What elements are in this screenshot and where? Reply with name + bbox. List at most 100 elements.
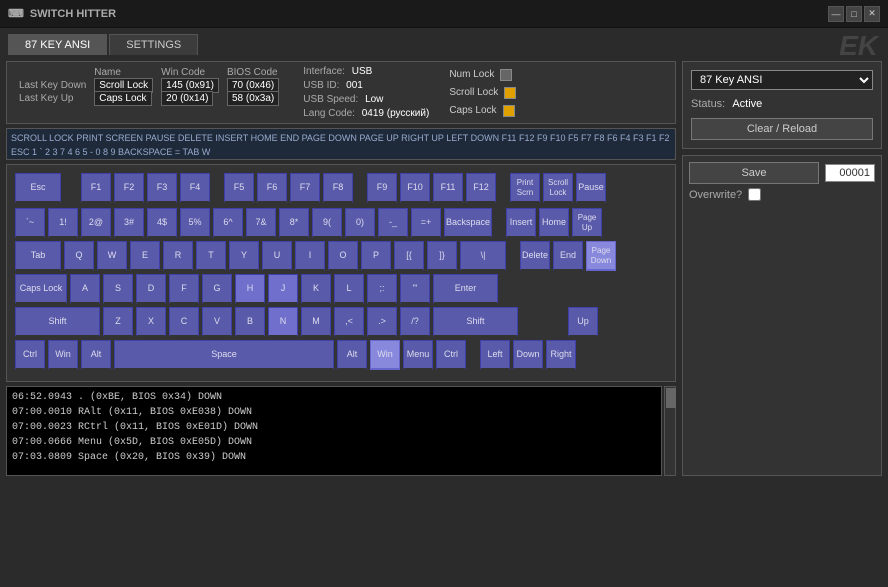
key-caps-lock[interactable]: Caps Lock (15, 274, 67, 304)
key-lalt[interactable]: Alt (81, 340, 111, 370)
key-up[interactable]: Up (568, 307, 598, 337)
key-insert[interactable]: Insert (506, 208, 536, 238)
key-2[interactable]: 2@ (81, 208, 111, 238)
key-space[interactable]: Space (114, 340, 334, 370)
key-n[interactable]: N (268, 307, 298, 337)
key-quote[interactable]: '" (400, 274, 430, 304)
key-page-up[interactable]: PageUp (572, 208, 602, 238)
key-rctrl[interactable]: Ctrl (436, 340, 466, 370)
key-home[interactable]: Home (539, 208, 569, 238)
key-7[interactable]: 7& (246, 208, 276, 238)
key-f[interactable]: F (169, 274, 199, 304)
key-pause[interactable]: Pause (576, 173, 606, 203)
key-down[interactable]: Down (513, 340, 543, 370)
key-f1[interactable]: F1 (81, 173, 111, 203)
key-backslash[interactable]: \| (460, 241, 506, 271)
key-x[interactable]: X (136, 307, 166, 337)
key-ralt[interactable]: Alt (337, 340, 367, 370)
save-button[interactable]: Save (689, 162, 819, 184)
key-lbracket[interactable]: [{ (394, 241, 424, 271)
key-q[interactable]: Q (64, 241, 94, 271)
key-c[interactable]: C (169, 307, 199, 337)
key-lctrl[interactable]: Ctrl (15, 340, 45, 370)
key-b[interactable]: B (235, 307, 265, 337)
key-f11[interactable]: F11 (433, 173, 463, 203)
key-right[interactable]: Right (546, 340, 576, 370)
key-tab[interactable]: Tab (15, 241, 61, 271)
key-k[interactable]: K (301, 274, 331, 304)
key-delete[interactable]: Delete (520, 241, 550, 271)
key-lwin[interactable]: Win (48, 340, 78, 370)
key-w[interactable]: W (97, 241, 127, 271)
key-rbracket[interactable]: ]} (427, 241, 457, 271)
key-p[interactable]: P (361, 241, 391, 271)
key-rwin[interactable]: Win (370, 340, 400, 370)
key-1[interactable]: 1! (48, 208, 78, 238)
key-page-down[interactable]: PageDown (586, 241, 616, 271)
maximize-button[interactable]: □ (846, 6, 862, 22)
key-semicolon[interactable]: ;: (367, 274, 397, 304)
key-f3[interactable]: F3 (147, 173, 177, 203)
key-3[interactable]: 3# (114, 208, 144, 238)
key-0[interactable]: 0) (345, 208, 375, 238)
key-scroll-lock[interactable]: ScrollLock (543, 173, 573, 203)
key-period[interactable]: .> (367, 307, 397, 337)
key-rshift[interactable]: Shift (433, 307, 518, 337)
log-count-input[interactable] (825, 164, 875, 182)
tab-87-key-ansi[interactable]: 87 KEY ANSI (8, 34, 107, 55)
key-f10[interactable]: F10 (400, 173, 430, 203)
key-h[interactable]: H (235, 274, 265, 304)
key-end[interactable]: End (553, 241, 583, 271)
key-z[interactable]: Z (103, 307, 133, 337)
key-f2[interactable]: F2 (114, 173, 144, 203)
key-f4[interactable]: F4 (180, 173, 210, 203)
key-f7[interactable]: F7 (290, 173, 320, 203)
key-e[interactable]: E (130, 241, 160, 271)
key-j[interactable]: J (268, 274, 298, 304)
key-s[interactable]: S (103, 274, 133, 304)
scrollbar-thumb[interactable] (666, 388, 676, 408)
log-area[interactable]: 06:52.0943 . (0xBE, BIOS 0x34) DOWN 07:0… (6, 386, 662, 476)
key-9[interactable]: 9( (312, 208, 342, 238)
key-l[interactable]: L (334, 274, 364, 304)
minimize-button[interactable]: — (828, 6, 844, 22)
key-f6[interactable]: F6 (257, 173, 287, 203)
key-menu[interactable]: Menu (403, 340, 433, 370)
key-5[interactable]: 5% (180, 208, 210, 238)
close-button[interactable]: ✕ (864, 6, 880, 22)
key-u[interactable]: U (262, 241, 292, 271)
key-d[interactable]: D (136, 274, 166, 304)
key-left[interactable]: Left (480, 340, 510, 370)
key-f12[interactable]: F12 (466, 173, 496, 203)
key-comma[interactable]: ,< (334, 307, 364, 337)
key-minus[interactable]: -_ (378, 208, 408, 238)
key-r[interactable]: R (163, 241, 193, 271)
key-a[interactable]: A (70, 274, 100, 304)
key-enter[interactable]: Enter (433, 274, 498, 304)
key-lshift[interactable]: Shift (15, 307, 100, 337)
key-m[interactable]: M (301, 307, 331, 337)
clear-reload-button[interactable]: Clear / Reload (691, 118, 873, 140)
overwrite-checkbox[interactable] (748, 188, 761, 201)
key-backspace[interactable]: Backspace (444, 208, 492, 238)
key-backtick[interactable]: `~ (15, 208, 45, 238)
key-o[interactable]: O (328, 241, 358, 271)
key-equals[interactable]: =+ (411, 208, 441, 238)
key-y[interactable]: Y (229, 241, 259, 271)
tab-settings[interactable]: SETTINGS (109, 34, 198, 55)
key-8[interactable]: 8* (279, 208, 309, 238)
key-esc[interactable]: Esc (15, 173, 61, 203)
key-i[interactable]: I (295, 241, 325, 271)
key-f9[interactable]: F9 (367, 173, 397, 203)
key-slash[interactable]: /? (400, 307, 430, 337)
key-f8[interactable]: F8 (323, 173, 353, 203)
key-f5[interactable]: F5 (224, 173, 254, 203)
keyboard-select[interactable]: 87 Key ANSI (691, 70, 873, 90)
key-4[interactable]: 4$ (147, 208, 177, 238)
key-t[interactable]: T (196, 241, 226, 271)
key-v[interactable]: V (202, 307, 232, 337)
key-g[interactable]: G (202, 274, 232, 304)
key-6[interactable]: 6^ (213, 208, 243, 238)
key-print-scrn[interactable]: PrintScrn (510, 173, 540, 203)
log-scrollbar[interactable] (664, 386, 676, 476)
